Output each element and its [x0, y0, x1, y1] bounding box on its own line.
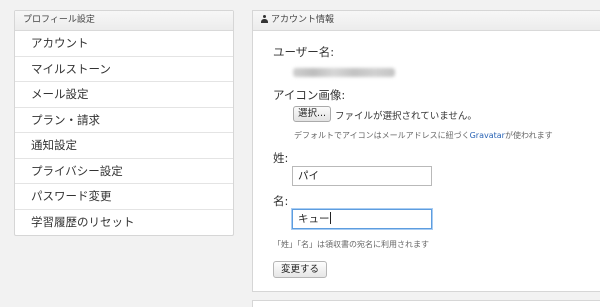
submit-button[interactable]: 変更する: [273, 261, 328, 278]
sidebar-item-plan-billing[interactable]: プラン・請求: [15, 108, 233, 133]
profile-settings-sidebar: プロフィール設定 アカウント マイルストーン メール設定 プラン・請求 通知設定…: [14, 10, 234, 236]
username-label: ユーザー名:: [273, 45, 335, 59]
icon-note: デフォルトでアイコンはメールアドレスに紐づくGravatarが使われます: [294, 130, 553, 141]
file-status-text: ファイルが選択されていません。: [335, 111, 477, 122]
last-name-input[interactable]: パイ: [292, 166, 432, 186]
first-name-input[interactable]: キュー: [292, 209, 432, 229]
gravatar-link[interactable]: Gravatar: [470, 131, 505, 140]
icon-image-label: アイコン画像:: [273, 88, 346, 102]
sidebar-item-email-settings[interactable]: メール設定: [15, 82, 233, 108]
icon-note-prefix: デフォルトでアイコンはメールアドレスに紐づく: [294, 131, 470, 140]
sidebar-title: プロフィール設定: [15, 11, 233, 31]
sidebar-item-privacy[interactable]: プライバシー設定: [15, 159, 233, 184]
last-name-label: 姓:: [273, 151, 289, 165]
first-name-label: 名:: [273, 194, 289, 208]
sidebar-item-password[interactable]: パスワード変更: [15, 184, 233, 210]
next-panel-edge: [252, 300, 600, 307]
person-icon: [261, 15, 268, 23]
icon-note-suffix: が使われます: [504, 131, 553, 140]
text-caret: [329, 212, 331, 224]
last-name-value: パイ: [298, 170, 319, 182]
panel-header: アカウント情報: [253, 11, 600, 31]
name-usage-note: 「姓」「名」は領収書の宛名に利用されます: [273, 240, 429, 249]
first-name-value: キュー: [298, 213, 330, 225]
sidebar-item-notifications[interactable]: 通知設定: [15, 133, 233, 159]
username-value-redacted: [293, 68, 395, 77]
panel-title: アカウント情報: [271, 15, 335, 25]
sidebar-item-milestones[interactable]: マイルストーン: [15, 57, 233, 82]
sidebar-item-reset-history[interactable]: 学習履歴のリセット: [15, 210, 233, 236]
sidebar-item-account[interactable]: アカウント: [15, 31, 233, 57]
choose-file-button[interactable]: 選択...: [293, 106, 332, 122]
